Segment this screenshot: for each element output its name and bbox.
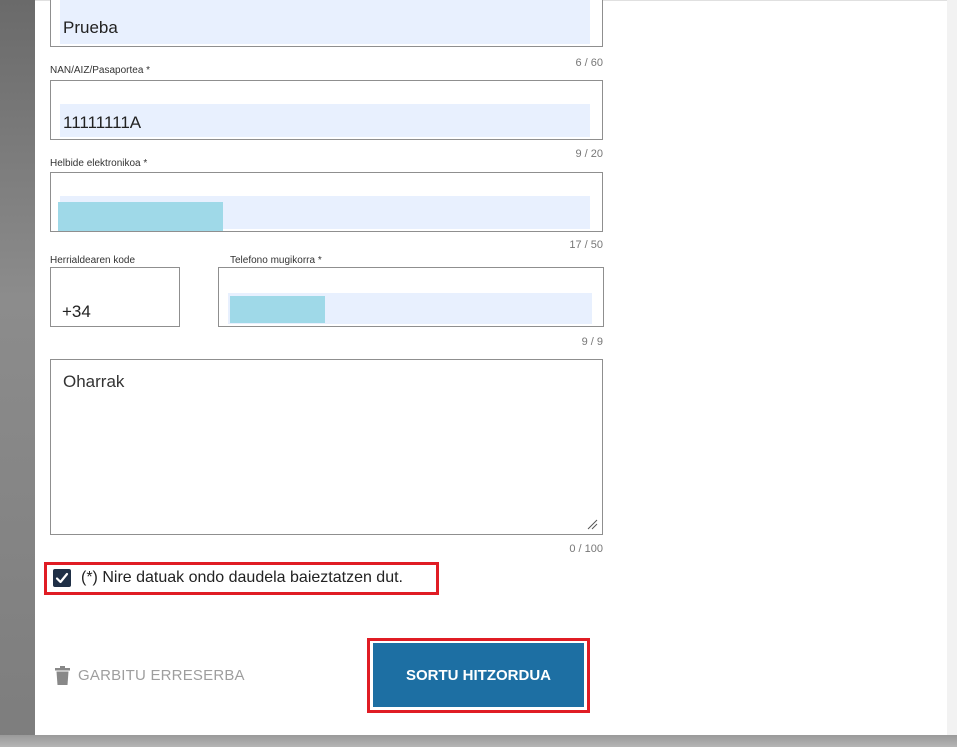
name-field[interactable]: Prueba bbox=[50, 0, 603, 47]
name-autofill-bg bbox=[60, 0, 590, 44]
clear-reservation-label: GARBITU ERRESERBA bbox=[78, 666, 245, 684]
confirm-checkbox-row[interactable]: (*) Nire datuak ondo daudela baieztatzen… bbox=[53, 567, 403, 589]
background-right bbox=[947, 0, 957, 747]
create-appointment-label: SORTU HITZORDUA bbox=[406, 666, 551, 684]
checkbox-checked-icon[interactable] bbox=[53, 569, 71, 587]
id-doc-value: 11111111A bbox=[63, 113, 142, 132]
notes-textarea[interactable]: Oharrak bbox=[50, 359, 603, 535]
email-counter: 17 / 50 bbox=[569, 239, 603, 251]
mobile-label: Telefono mugikorra * bbox=[230, 255, 322, 266]
appointment-form-panel: Prueba 6 / 60 NAN/AIZ/Pasaportea * 11111… bbox=[35, 0, 947, 736]
clear-reservation-button[interactable]: GARBITU ERRESERBA bbox=[55, 664, 245, 686]
mobile-redacted-value bbox=[230, 296, 325, 323]
email-field[interactable] bbox=[50, 172, 603, 232]
background-bottom bbox=[0, 735, 957, 747]
name-counter: 6 / 60 bbox=[575, 57, 603, 69]
resize-handle-icon[interactable] bbox=[586, 518, 598, 530]
confirm-label: (*) Nire datuak ondo daudela baieztatzen… bbox=[81, 569, 403, 586]
id-doc-label: NAN/AIZ/Pasaportea * bbox=[50, 65, 151, 76]
create-appointment-button[interactable]: SORTU HITZORDUA bbox=[373, 643, 584, 707]
trash-icon bbox=[55, 665, 70, 685]
email-redacted-value bbox=[58, 202, 223, 231]
notes-counter: 0 / 100 bbox=[569, 543, 603, 555]
name-value: Prueba bbox=[63, 18, 118, 37]
country-code-field[interactable]: +34 bbox=[50, 267, 180, 327]
country-code-label: Herrialdearen kode bbox=[50, 255, 136, 266]
mobile-counter: 9 / 9 bbox=[581, 336, 603, 348]
country-code-value: +34 bbox=[62, 302, 91, 321]
notes-placeholder: Oharrak bbox=[63, 372, 125, 391]
email-label: Helbide elektronikoa * bbox=[50, 158, 148, 169]
background-left bbox=[0, 0, 35, 747]
mobile-field[interactable] bbox=[218, 267, 604, 327]
id-doc-field[interactable]: 11111111A bbox=[50, 80, 603, 140]
id-doc-counter: 9 / 20 bbox=[575, 148, 603, 160]
